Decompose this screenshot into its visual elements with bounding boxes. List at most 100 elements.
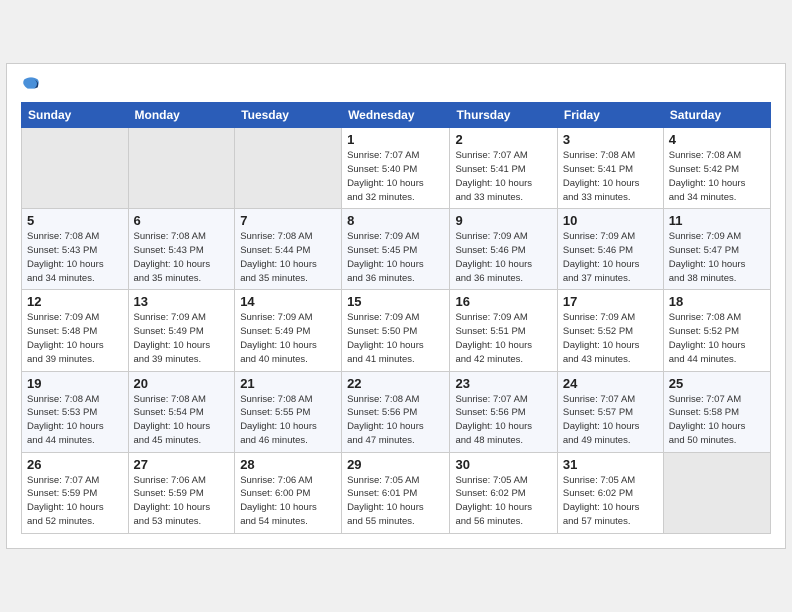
calendar-cell: 19 Sunrise: 7:08 AM Sunset: 5:53 PM Dayli… [22,371,129,452]
day-info: Sunrise: 7:09 AM Sunset: 5:48 PM Dayligh… [27,311,123,366]
day-info: Sunrise: 7:07 AM Sunset: 5:41 PM Dayligh… [455,149,551,204]
calendar-cell [22,128,129,209]
day-info: Sunrise: 7:09 AM Sunset: 5:49 PM Dayligh… [134,311,230,366]
day-info: Sunrise: 7:08 AM Sunset: 5:56 PM Dayligh… [347,393,444,448]
calendar-cell: 31 Sunrise: 7:05 AM Sunset: 6:02 PM Dayli… [557,452,663,533]
calendar-cell: 24Sunrise: 7:07 AM Sunset: 5:57 PM Dayli… [557,371,663,452]
day-number: 22 [347,376,444,391]
day-number: 12 [27,294,123,309]
calendar-cell: 18 Sunrise: 7:08 AM Sunset: 5:52 PM Dayli… [663,290,770,371]
day-info: Sunrise: 7:09 AM Sunset: 5:49 PM Dayligh… [240,311,336,366]
calendar-cell: 30 Sunrise: 7:05 AM Sunset: 6:02 PM Dayli… [450,452,557,533]
calendar-cell: 7Sunrise: 7:08 AM Sunset: 5:44 PM Daylig… [235,209,342,290]
calendar-cell: 29 Sunrise: 7:05 AM Sunset: 6:01 PM Dayli… [342,452,450,533]
day-number: 29 [347,457,444,472]
day-info: Sunrise: 7:09 AM Sunset: 5:52 PM Dayligh… [563,311,658,366]
day-info: Sunrise: 7:07 AM Sunset: 5:59 PM Dayligh… [27,474,123,529]
day-number: 28 [240,457,336,472]
day-info: Sunrise: 7:09 AM Sunset: 5:46 PM Dayligh… [455,230,551,285]
day-info: Sunrise: 7:08 AM Sunset: 5:55 PM Dayligh… [240,393,336,448]
weekday-header-sunday: Sunday [22,103,129,128]
day-info: Sunrise: 7:06 AM Sunset: 5:59 PM Dayligh… [134,474,230,529]
calendar-cell: 23 Sunrise: 7:07 AM Sunset: 5:56 PM Dayli… [450,371,557,452]
day-number: 25 [669,376,765,391]
calendar-cell: 26 Sunrise: 7:07 AM Sunset: 5:59 PM Dayli… [22,452,129,533]
weekday-header-tuesday: Tuesday [235,103,342,128]
day-number: 11 [669,213,765,228]
day-info: Sunrise: 7:07 AM Sunset: 5:56 PM Dayligh… [455,393,551,448]
calendar-cell: 5Sunrise: 7:08 AM Sunset: 5:43 PM Daylig… [22,209,129,290]
day-number: 21 [240,376,336,391]
day-number: 18 [669,294,765,309]
day-number: 27 [134,457,230,472]
day-info: Sunrise: 7:09 AM Sunset: 5:45 PM Dayligh… [347,230,444,285]
day-info: Sunrise: 7:05 AM Sunset: 6:02 PM Dayligh… [455,474,551,529]
day-number: 9 [455,213,551,228]
day-number: 24 [563,376,658,391]
day-info: Sunrise: 7:08 AM Sunset: 5:52 PM Dayligh… [669,311,765,366]
day-number: 31 [563,457,658,472]
day-number: 5 [27,213,123,228]
week-row-3: 12 Sunrise: 7:09 AM Sunset: 5:48 PM Dayli… [22,290,771,371]
calendar-cell: 2 Sunrise: 7:07 AM Sunset: 5:41 PM Daylig… [450,128,557,209]
calendar-cell: 8 Sunrise: 7:09 AM Sunset: 5:45 PM Daylig… [342,209,450,290]
day-number: 3 [563,132,658,147]
calendar-cell: 1 Sunrise: 7:07 AM Sunset: 5:40 PM Daylig… [342,128,450,209]
calendar-cell: 25Sunrise: 7:07 AM Sunset: 5:58 PM Dayli… [663,371,770,452]
day-info: Sunrise: 7:08 AM Sunset: 5:42 PM Dayligh… [669,149,765,204]
weekday-header-wednesday: Wednesday [342,103,450,128]
weekday-header-row: SundayMondayTuesdayWednesdayThursdayFrid… [22,103,771,128]
day-info: Sunrise: 7:08 AM Sunset: 5:54 PM Dayligh… [134,393,230,448]
calendar-cell: 20 Sunrise: 7:08 AM Sunset: 5:54 PM Dayli… [128,371,235,452]
day-number: 6 [134,213,230,228]
calendar-container: SundayMondayTuesdayWednesdayThursdayFrid… [6,63,786,548]
day-info: Sunrise: 7:07 AM Sunset: 5:40 PM Dayligh… [347,149,444,204]
calendar-cell: 6Sunrise: 7:08 AM Sunset: 5:43 PM Daylig… [128,209,235,290]
day-info: Sunrise: 7:08 AM Sunset: 5:41 PM Dayligh… [563,149,658,204]
day-number: 10 [563,213,658,228]
weekday-header-monday: Monday [128,103,235,128]
weekday-header-saturday: Saturday [663,103,770,128]
calendar-cell: 15 Sunrise: 7:09 AM Sunset: 5:50 PM Dayli… [342,290,450,371]
day-info: Sunrise: 7:08 AM Sunset: 5:53 PM Dayligh… [27,393,123,448]
day-number: 15 [347,294,444,309]
day-number: 8 [347,213,444,228]
day-number: 17 [563,294,658,309]
week-row-1: 1 Sunrise: 7:07 AM Sunset: 5:40 PM Daylig… [22,128,771,209]
calendar-cell: 13Sunrise: 7:09 AM Sunset: 5:49 PM Dayli… [128,290,235,371]
weekday-header-thursday: Thursday [450,103,557,128]
header [21,74,771,94]
logo [21,74,45,94]
day-info: Sunrise: 7:05 AM Sunset: 6:02 PM Dayligh… [563,474,658,529]
weekday-header-friday: Friday [557,103,663,128]
day-info: Sunrise: 7:05 AM Sunset: 6:01 PM Dayligh… [347,474,444,529]
calendar-cell: 22 Sunrise: 7:08 AM Sunset: 5:56 PM Dayli… [342,371,450,452]
day-number: 4 [669,132,765,147]
day-number: 7 [240,213,336,228]
calendar-grid: SundayMondayTuesdayWednesdayThursdayFrid… [21,102,771,533]
calendar-cell: 12 Sunrise: 7:09 AM Sunset: 5:48 PM Dayli… [22,290,129,371]
calendar-cell: 16Sunrise: 7:09 AM Sunset: 5:51 PM Dayli… [450,290,557,371]
calendar-cell: 3 Sunrise: 7:08 AM Sunset: 5:41 PM Daylig… [557,128,663,209]
day-number: 19 [27,376,123,391]
week-row-5: 26 Sunrise: 7:07 AM Sunset: 5:59 PM Dayli… [22,452,771,533]
calendar-cell [235,128,342,209]
calendar-cell: 27 Sunrise: 7:06 AM Sunset: 5:59 PM Dayli… [128,452,235,533]
day-number: 30 [455,457,551,472]
calendar-cell: 11 Sunrise: 7:09 AM Sunset: 5:47 PM Dayli… [663,209,770,290]
day-info: Sunrise: 7:06 AM Sunset: 6:00 PM Dayligh… [240,474,336,529]
calendar-cell [128,128,235,209]
day-number: 20 [134,376,230,391]
day-number: 2 [455,132,551,147]
week-row-4: 19 Sunrise: 7:08 AM Sunset: 5:53 PM Dayli… [22,371,771,452]
day-number: 16 [455,294,551,309]
logo-icon [21,74,41,94]
calendar-cell [663,452,770,533]
day-number: 1 [347,132,444,147]
day-info: Sunrise: 7:09 AM Sunset: 5:50 PM Dayligh… [347,311,444,366]
day-info: Sunrise: 7:09 AM Sunset: 5:47 PM Dayligh… [669,230,765,285]
day-number: 23 [455,376,551,391]
calendar-cell: 4 Sunrise: 7:08 AM Sunset: 5:42 PM Daylig… [663,128,770,209]
week-row-2: 5Sunrise: 7:08 AM Sunset: 5:43 PM Daylig… [22,209,771,290]
day-number: 26 [27,457,123,472]
